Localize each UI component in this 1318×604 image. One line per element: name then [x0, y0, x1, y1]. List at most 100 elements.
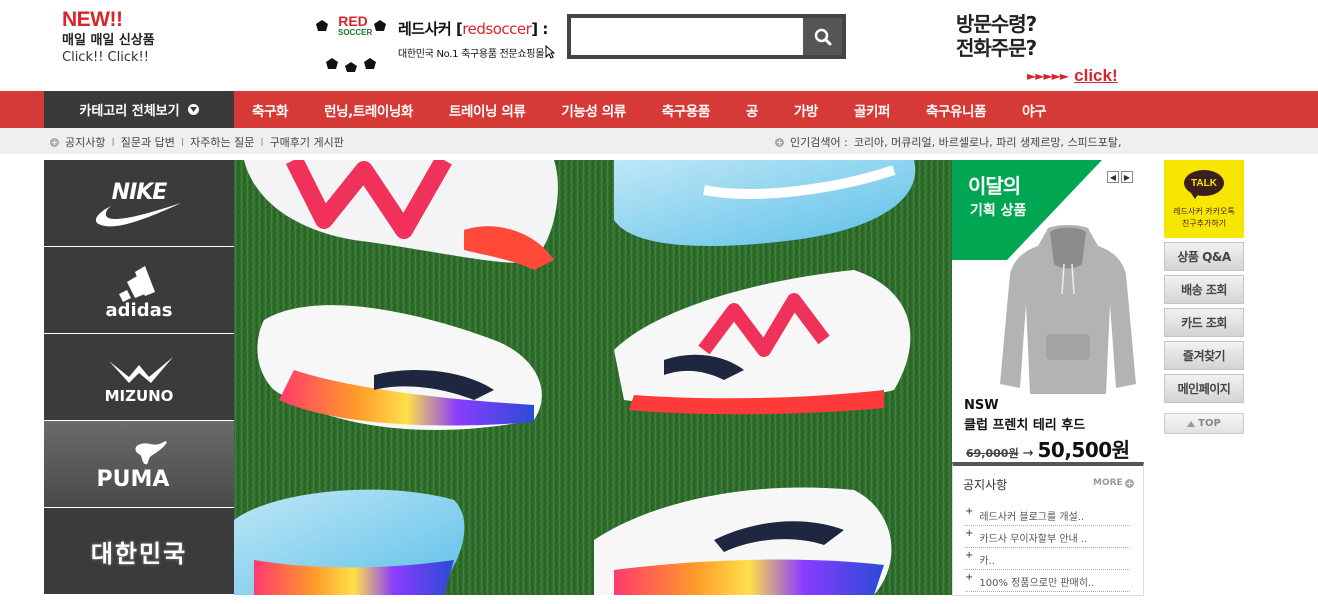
main-page-button[interactable]: 메인페이지: [1164, 374, 1244, 403]
brand-puma[interactable]: PUMA: [44, 421, 234, 507]
popular-searches: 인기검색어 : 코리아, 머큐리얼, 바르셀로나, 파리 생제르망, 스피드포탈…: [775, 134, 1122, 150]
link-qna[interactable]: 질문과 답변: [121, 134, 175, 150]
korea-label: 대한민국: [90, 539, 188, 568]
list-item[interactable]: +100% 정품으로만 판매히..: [965, 570, 1130, 592]
delivery-check-button[interactable]: 배송 조회: [1164, 275, 1244, 304]
list-item[interactable]: + 카드사 무이자할부 안내 ..: [965, 526, 1130, 548]
nav-item-goalkeeper[interactable]: 골키퍼: [836, 100, 908, 120]
main-banner[interactable]: [234, 160, 952, 595]
quick-menu: TALK 레드사커 카카오톡 친구추가하기 상품 Q&A 배송 조회 카드 조회…: [1164, 160, 1244, 434]
plus-circle-icon: [50, 137, 59, 147]
product-name-line2: 클럽 프렌치 테리 후드: [964, 418, 1086, 433]
search-bar: [567, 14, 846, 59]
sub-bar: 공지사항 I 질문과 답변 I 자주하는 질문 I 구매후기 게시판 인기검색어…: [0, 128, 1318, 154]
link-reviews[interactable]: 구매후기 게시판: [270, 134, 344, 150]
brand-tagline: 대한민국 No.1 축구용품 전문쇼핑몰: [398, 49, 545, 60]
banner-image: [234, 160, 952, 595]
board-links: 공지사항 I 질문과 답변 I 자주하는 질문 I 구매후기 게시판: [50, 134, 344, 150]
new-arrivals-text: 매일 매일 신상품: [62, 33, 155, 49]
visit-order-promo[interactable]: 방문수령? 전화주문?: [956, 12, 1037, 60]
nav-item-training-wear[interactable]: 트레이닝 의류: [431, 100, 543, 120]
click-arrows: ►►►►►: [1027, 69, 1069, 83]
talk-line1: 레드사커 카카오톡: [1173, 207, 1235, 216]
new-arrivals-promo[interactable]: NEW!! 매일 매일 신상품 Click!! Click!!: [62, 8, 155, 66]
list-item[interactable]: + 카..: [965, 548, 1130, 570]
promo-prev-button[interactable]: ◀: [1107, 171, 1119, 183]
notice-board: 공지사항 MORE + 레드사커 블로그를 개설.. + 카드사 무이자할부 안내 …: [952, 462, 1144, 596]
top-button[interactable]: TOP: [1164, 413, 1244, 434]
new-arrivals-click: Click!! Click!!: [62, 50, 149, 66]
brand-adidas[interactable]: adidas: [44, 247, 234, 333]
search-button[interactable]: [803, 18, 842, 55]
phone-order-text: 전화주문?: [956, 36, 1037, 60]
talk-line2: 친구추가하기: [1181, 219, 1227, 228]
bookmark-button[interactable]: 즐겨찾기: [1164, 341, 1244, 370]
click-label: click!: [1074, 66, 1118, 85]
nav-item-bags[interactable]: 가방: [776, 100, 836, 120]
brand-nike[interactable]: NIKE: [44, 160, 234, 246]
nav-item-soccer-shoes[interactable]: 축구화: [234, 100, 306, 120]
plus-circle-icon: [1124, 478, 1134, 488]
adidas-logo-icon: adidas: [106, 266, 173, 320]
card-check-button[interactable]: 카드 조회: [1164, 308, 1244, 337]
product-name-line1: NSW: [964, 398, 999, 413]
plus-circle-icon: [775, 137, 784, 147]
search-icon: [814, 28, 831, 45]
nav-item-uniforms[interactable]: 축구유니폼: [908, 100, 1004, 120]
promo-title-1: 이달의: [968, 174, 1021, 198]
logo-wordmark: RED SOCCER: [338, 13, 373, 37]
talk-bubble-icon: TALK: [1184, 170, 1224, 196]
nav-item-soccer-gear[interactable]: 축구용품: [644, 100, 728, 120]
original-price: 69,000원: [966, 447, 1019, 460]
logo-soccer-text: SOCCER: [338, 28, 373, 37]
list-item[interactable]: + 레드사커 블로그를 개설..: [965, 504, 1130, 526]
adidas-logo-text: adidas: [106, 300, 173, 320]
nav-item-baseball[interactable]: 야구: [1004, 100, 1064, 120]
mizuno-logo-text: MIZUNO: [105, 387, 174, 405]
promo-next-button[interactable]: ▶: [1121, 171, 1133, 183]
notice-more-button[interactable]: MORE: [1093, 478, 1134, 488]
puma-logo-icon: PUMA: [97, 441, 170, 492]
nav-item-balls[interactable]: 공: [728, 100, 776, 120]
promo-pager: ◀ ▶: [1107, 171, 1133, 183]
mouse-cursor-icon: [545, 45, 555, 59]
brand-name: 레드사커 [redsoccer] : 대한민국 No.1 축구용품 전문쇼핑몰: [398, 18, 548, 60]
monthly-promo[interactable]: 이달의 기획 상품 ◀ ▶ NSW 클럽 프렌치 테리 후드 69,000원 →…: [952, 160, 1144, 462]
mizuno-logo-icon: MIZUNO: [105, 357, 174, 405]
nike-logo-text: NIKE: [112, 180, 168, 205]
promo-title-2: 기획 상품: [970, 203, 1027, 219]
visit-pickup-text: 방문수령?: [956, 12, 1037, 36]
search-input[interactable]: [571, 18, 803, 55]
nav-items: 축구화 런닝,트레이닝화 트레이닝 의류 기능성 의류 축구용품 공 가방 골키…: [234, 91, 1064, 128]
site-logo[interactable]: RED SOCCER: [314, 14, 392, 72]
product-qna-button[interactable]: 상품 Q&A: [1164, 242, 1244, 271]
brand-title: 레드사커 [redsoccer] :: [398, 20, 548, 38]
popular-terms[interactable]: 코리아, 머큐리얼, 바르셀로나, 파리 생제르망, 스피드포탈,: [854, 134, 1122, 150]
visit-click-link[interactable]: ►►►►► click!: [1027, 66, 1118, 86]
brand-korea[interactable]: 대한민국: [44, 508, 234, 594]
kakao-talk-button[interactable]: TALK 레드사커 카카오톡 친구추가하기: [1164, 160, 1244, 238]
price-row: 69,000원 → 50,500원: [966, 434, 1130, 462]
main-nav: 카테고리 전체보기 축구화 런닝,트레이닝화 트레이닝 의류 기능성 의류 축구…: [0, 91, 1318, 128]
top-label: TOP: [1198, 418, 1221, 429]
brand-name-kr: 레드사커: [398, 20, 452, 38]
logo-red-text: RED: [338, 13, 368, 29]
link-notice[interactable]: 공지사항: [65, 134, 105, 150]
nike-logo-icon: NIKE: [95, 180, 181, 227]
price-arrow: →: [1022, 446, 1034, 461]
notice-title: 공지사항: [963, 478, 1008, 492]
site-header: NEW!! 매일 매일 신상품 Click!! Click!! RED SOCC…: [0, 0, 1318, 91]
brand-name-en: redsoccer: [462, 20, 532, 38]
nav-item-functional-wear[interactable]: 기능성 의류: [543, 100, 643, 120]
nav-item-running-shoes[interactable]: 런닝,트레이닝화: [306, 100, 431, 120]
arrow-up-icon: [1187, 420, 1196, 427]
chevron-down-icon: [187, 104, 199, 115]
new-badge: NEW!!: [62, 8, 123, 31]
hoodie-product-image: [1000, 225, 1136, 394]
category-all-button[interactable]: 카테고리 전체보기: [44, 91, 234, 128]
popular-label: 인기검색어 :: [790, 136, 848, 149]
puma-logo-text: PUMA: [97, 467, 170, 492]
link-faq[interactable]: 자주하는 질문: [190, 134, 254, 150]
brand-mizuno[interactable]: MIZUNO: [44, 334, 234, 420]
brand-sidebar: NIKE adidas MIZUNO PUMA 대한민국: [44, 160, 234, 595]
